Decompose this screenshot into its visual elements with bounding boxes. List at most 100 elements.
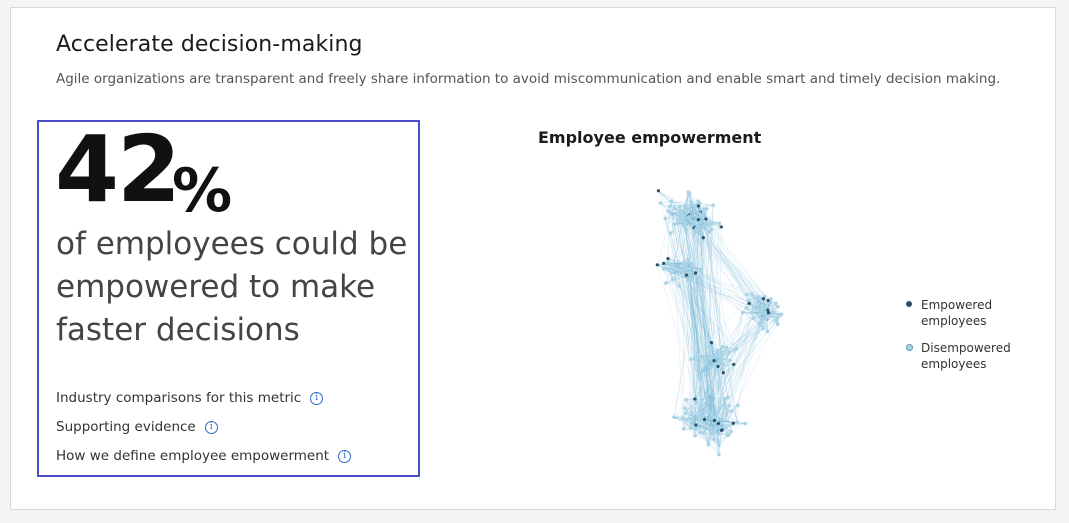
- disempowered-node: [682, 214, 687, 219]
- disempowered-node: [746, 298, 750, 303]
- disempowered-node: [688, 271, 693, 275]
- disempowered-node: [758, 296, 762, 300]
- disempowered-node: [700, 215, 705, 219]
- empowered-node: [694, 423, 698, 427]
- disempowered-node: [729, 409, 734, 413]
- disempowered-node: [706, 371, 710, 376]
- disempowered-node: [759, 310, 763, 314]
- definition-link[interactable]: How we define employee empowerment i: [56, 448, 352, 464]
- disempowered-node: [720, 353, 724, 358]
- disempowered-node: [764, 316, 768, 321]
- disempowered-node: [695, 400, 699, 404]
- disempowered-node: [740, 310, 745, 315]
- disempowered-node: [706, 442, 711, 446]
- legend-swatch: [906, 344, 913, 351]
- disempowered-node: [705, 360, 709, 365]
- disempowered-node: [661, 267, 666, 271]
- disempowered-node: [698, 377, 703, 382]
- disempowered-node: [669, 199, 674, 204]
- disempowered-node: [687, 215, 692, 219]
- empowered-node: [702, 417, 707, 422]
- empowered-node: [716, 364, 720, 369]
- empowered-node: [712, 418, 717, 423]
- disempowered-node: [717, 443, 721, 448]
- disempowered-node: [702, 409, 706, 413]
- disempowered-node: [720, 367, 724, 371]
- disempowered-node: [670, 271, 674, 275]
- disempowered-node: [749, 292, 754, 297]
- info-icon[interactable]: i: [310, 391, 324, 405]
- disempowered-node: [697, 354, 702, 359]
- empowered-node: [716, 421, 721, 426]
- supporting-evidence-link[interactable]: Supporting evidence i: [56, 419, 218, 435]
- chart-legend: Empowered employees Disempowered employe…: [905, 297, 1011, 383]
- network-graph: [655, 189, 784, 457]
- disempowered-node: [705, 391, 710, 396]
- legend-item-disempowered: Disempowered employees: [905, 340, 1011, 372]
- disempowered-node: [726, 433, 731, 437]
- disempowered-node: [751, 316, 756, 321]
- empowered-node: [712, 359, 716, 363]
- disempowered-node: [684, 411, 688, 415]
- disempowered-node: [712, 355, 717, 359]
- disempowered-node: [699, 405, 704, 409]
- disempowered-node: [681, 219, 686, 223]
- disempowered-node: [716, 408, 721, 413]
- disempowered-node: [716, 354, 720, 359]
- disempowered-node: [686, 257, 690, 262]
- disempowered-node: [686, 190, 690, 194]
- disempowered-node: [722, 403, 727, 407]
- disempowered-node: [768, 300, 773, 305]
- disempowered-node: [685, 211, 689, 216]
- disempowered-node: [703, 226, 707, 231]
- link-label: Supporting evidence: [56, 419, 196, 435]
- disempowered-node: [678, 209, 682, 213]
- disempowered-node: [750, 310, 754, 315]
- disempowered-node: [721, 345, 725, 349]
- disempowered-node: [693, 427, 698, 432]
- disempowered-node: [698, 267, 703, 272]
- disempowered-node: [684, 262, 688, 266]
- link-label: Industry comparisons for this metric: [56, 390, 302, 406]
- disempowered-node: [672, 206, 677, 210]
- disempowered-node: [706, 420, 711, 425]
- disempowered-node: [743, 421, 748, 426]
- disempowered-node: [715, 350, 720, 355]
- disempowered-node: [696, 373, 701, 378]
- disempowered-node: [698, 430, 703, 435]
- info-icon[interactable]: i: [338, 449, 352, 463]
- disempowered-node: [691, 219, 696, 224]
- disempowered-node: [761, 316, 765, 321]
- disempowered-node: [684, 227, 688, 232]
- empowered-node: [684, 273, 689, 277]
- disempowered-node: [710, 221, 715, 226]
- empowered-node: [696, 218, 700, 222]
- empowered-node: [766, 311, 771, 315]
- disempowered-node: [682, 265, 686, 270]
- disempowered-node: [697, 211, 702, 216]
- disempowered-node: [680, 268, 685, 273]
- disempowered-node: [711, 392, 715, 396]
- industry-comparisons-link[interactable]: Industry comparisons for this metric i: [56, 390, 324, 406]
- disempowered-node: [708, 427, 713, 432]
- disempowered-node: [758, 323, 763, 328]
- disempowered-node: [681, 427, 686, 431]
- stat-panel: 42 % of employees could be empowered to …: [37, 120, 420, 477]
- disempowered-node: [736, 403, 740, 408]
- page-subtitle: Agile organizations are transparent and …: [56, 71, 1001, 87]
- disempowered-node: [712, 437, 717, 441]
- empowered-node: [721, 371, 725, 375]
- disempowered-node: [709, 227, 714, 232]
- legend-label: Empowered employees: [921, 298, 993, 328]
- empowered-node: [732, 362, 736, 367]
- disempowered-node: [669, 211, 673, 216]
- disempowered-node: [727, 403, 731, 408]
- disempowered-node: [683, 204, 687, 209]
- disempowered-node: [683, 406, 687, 410]
- info-icon[interactable]: i: [204, 420, 218, 434]
- disempowered-node: [677, 284, 682, 288]
- disempowered-node: [676, 218, 681, 223]
- page-title: Accelerate decision-making: [56, 32, 363, 57]
- empowered-node: [693, 397, 697, 401]
- insight-card: Accelerate decision-making Agile organiz…: [10, 7, 1056, 510]
